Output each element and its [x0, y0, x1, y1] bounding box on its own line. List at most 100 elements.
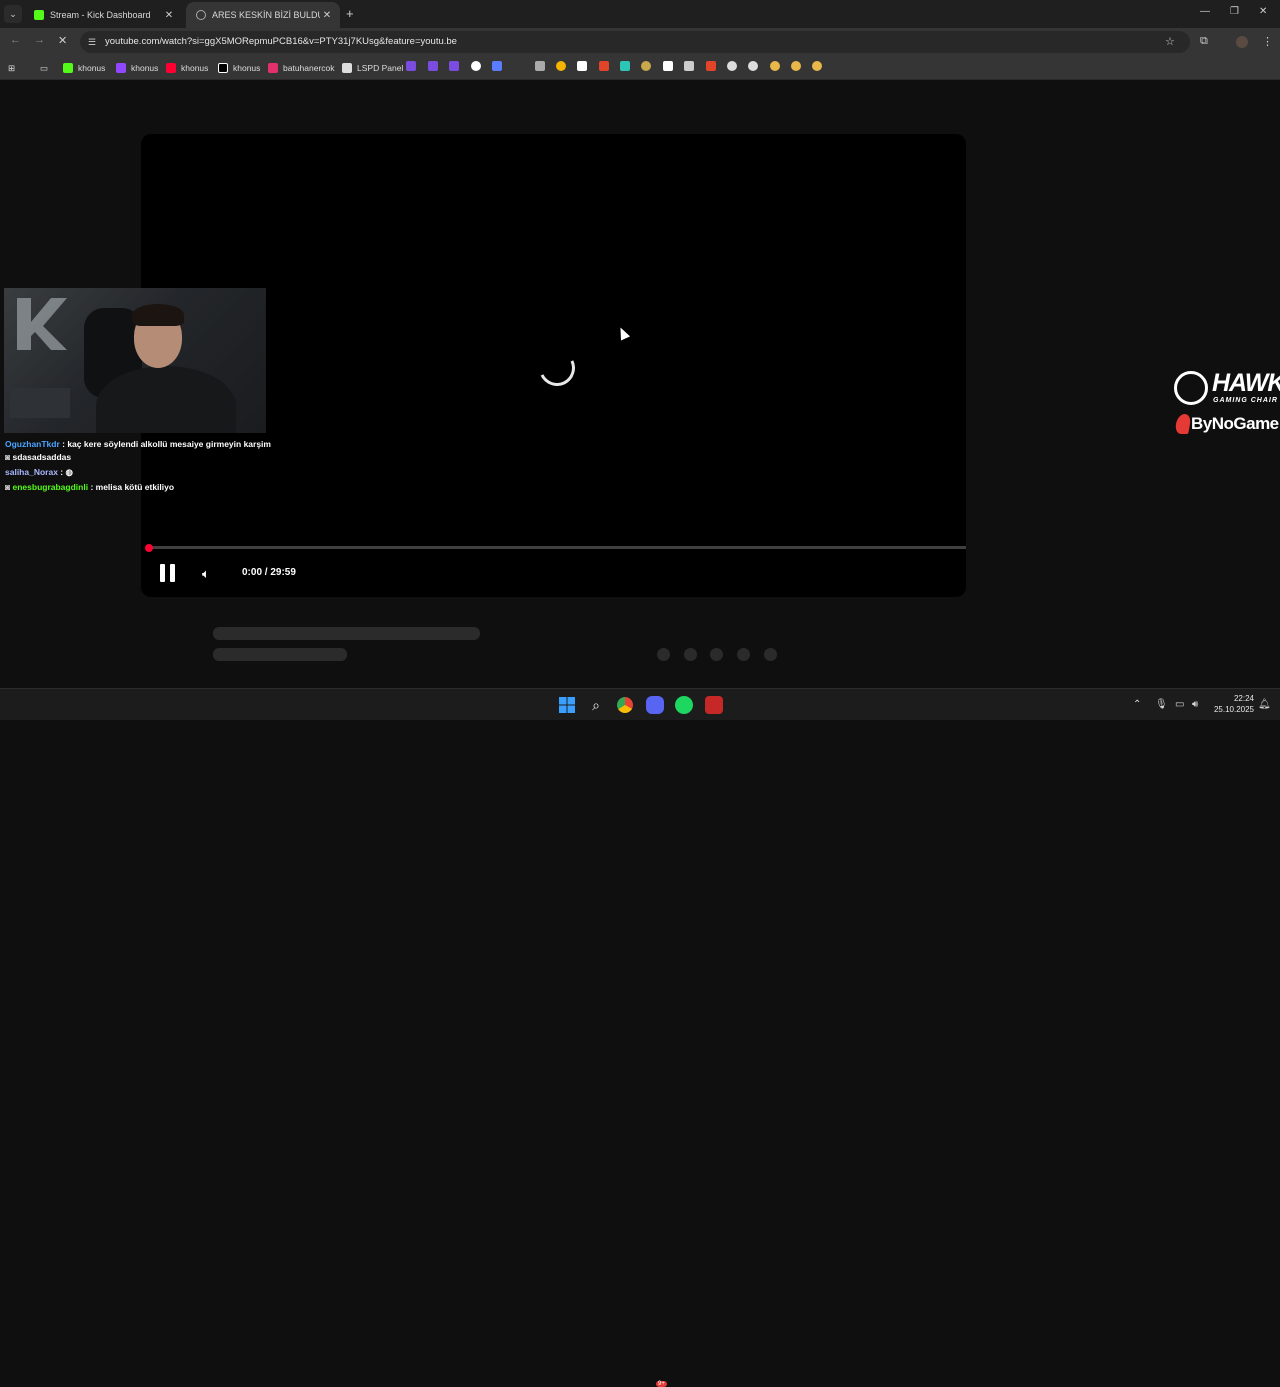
new-tab-plus-icon[interactable]: +	[346, 6, 354, 21]
bookmark-icon-slash[interactable]	[663, 61, 673, 71]
chat-username: OguzhanTkdr	[5, 439, 60, 449]
spotify-icon[interactable]	[675, 696, 693, 714]
bookmark-icon-gold[interactable]	[641, 61, 651, 71]
discord-icon[interactable]	[646, 696, 664, 714]
chat-message: saliha_Norax : ◍	[5, 467, 73, 478]
profile-avatar[interactable]	[1236, 36, 1248, 48]
chrome-icon[interactable]	[616, 696, 634, 714]
bookmark-youtube[interactable]: khonus	[166, 61, 208, 75]
site-info-icon[interactable]: ☰	[86, 36, 98, 48]
restore-icon[interactable]: ❐	[1230, 6, 1239, 17]
bookmark-icon-gradient[interactable]	[449, 61, 459, 71]
instagram-icon	[268, 63, 278, 73]
webcam-overlay	[4, 288, 266, 433]
progress-bar[interactable]	[149, 546, 966, 549]
network-icon[interactable]: ▭	[1175, 699, 1184, 710]
loading-spinner-icon	[533, 344, 581, 392]
url-text[interactable]: youtube.com/watch?si=ggX5MORepmuPCB16&v=…	[105, 36, 457, 47]
bookmark-x[interactable]: khonus	[218, 61, 260, 75]
bookmark-icon-ball[interactable]	[748, 61, 758, 71]
tab-close-icon[interactable]: ✕	[320, 10, 334, 21]
bookmark-icon-gradient[interactable]	[406, 61, 416, 71]
search-icon[interactable]: ⌕	[587, 696, 605, 714]
extensions-puzzle-icon[interactable]: ⧉	[1200, 35, 1208, 48]
game-app-icon[interactable]	[705, 696, 723, 714]
address-bar[interactable]: ☰ youtube.com/watch?si=ggX5MORepmuPCB16&…	[80, 31, 1190, 53]
tab-close-icon[interactable]: ✕	[162, 10, 176, 21]
background-shelf	[10, 388, 70, 418]
action-skeleton	[710, 648, 723, 661]
chat-text: sdasadsaddas	[12, 452, 72, 462]
bookmark-icon-teal[interactable]	[620, 61, 630, 71]
tab-title: ARES KESKİN BİZİ BULDU | TEHL	[212, 10, 320, 20]
bookmark-icon-coin[interactable]	[812, 61, 822, 71]
bookmark-twitch[interactable]: khonus	[116, 61, 158, 75]
back-arrow-icon[interactable]: ←	[10, 34, 21, 46]
microphone-icon[interactable]: 🎙︎	[1155, 699, 1168, 710]
bookmark-icon-blue[interactable]	[492, 61, 502, 71]
bookmark-star-icon[interactable]: ☆	[1165, 35, 1175, 48]
bookmark-icon-red[interactable]	[599, 61, 609, 71]
subtitle-skeleton	[213, 648, 347, 661]
bookmark-icon-coin[interactable]	[791, 61, 801, 71]
bookmark-icon-red[interactable]	[706, 61, 716, 71]
windows-start-icon[interactable]	[558, 696, 576, 714]
chat-text: : kaç kere söylendi alkollü mesaiye girm…	[59, 439, 271, 449]
pause-button[interactable]	[160, 564, 176, 582]
bookmark-icon-arrow[interactable]	[684, 61, 694, 71]
k-logo-icon	[17, 298, 67, 350]
browser-toolbar: ← → ✕ ☰ youtube.com/watch?si=ggX5MORepmu…	[0, 28, 1280, 56]
bookmark-label: batuhanercok	[283, 63, 335, 73]
minimize-icon[interactable]: —	[1200, 6, 1210, 17]
volume-icon[interactable]: 🔈︎	[202, 566, 210, 582]
bookmark-label: khonus	[78, 63, 106, 73]
streamer-hair	[132, 304, 184, 326]
bookmark-instagram[interactable]: batuhanercok	[268, 61, 335, 75]
tab-youtube-video[interactable]: ARES KESKİN BİZİ BULDU | TEHL ✕	[186, 2, 340, 28]
progress-scrubber[interactable]	[145, 544, 153, 552]
tray-chevron-icon[interactable]: ⌃	[1133, 699, 1141, 710]
notification-bell-icon[interactable]: 🔔︎	[1258, 699, 1271, 710]
stop-loading-icon[interactable]: ✕	[58, 34, 67, 47]
bookmark-icon-ball[interactable]	[727, 61, 737, 71]
system-clock[interactable]: 22:24 25.10.2025	[1210, 693, 1254, 715]
bookmark-label: khonus	[233, 63, 261, 73]
twitch-icon	[116, 63, 126, 73]
hawk-logo-icon	[1174, 371, 1208, 405]
bookmark-icon-a[interactable]	[577, 61, 587, 71]
bookmark-icon-yellow[interactable]	[556, 61, 566, 71]
chat-message: ◙ sdasadsaddas	[5, 452, 71, 462]
bookmark-icon-gradient[interactable]	[428, 61, 438, 71]
speaker-icon[interactable]: 🔊︎	[1192, 699, 1198, 710]
close-window-icon[interactable]: ✕	[1259, 6, 1267, 17]
discord-notification-badge: 9+	[656, 1381, 667, 1387]
tab-title: Stream - Kick Dashboard	[50, 10, 151, 20]
chat-username: enesbugrabagdinli	[12, 482, 89, 492]
clock-date: 25.10.2025	[1213, 705, 1254, 714]
x-icon	[218, 63, 228, 73]
time-display: 0:00 / 29:59	[242, 567, 296, 578]
bookmark-icon-coin[interactable]	[770, 61, 780, 71]
emote-icon: ◍	[65, 467, 73, 477]
youtube-icon	[166, 63, 176, 73]
badge-icon: ◙	[5, 482, 13, 492]
menu-kebab-icon[interactable]: ⋮	[1262, 35, 1273, 48]
chat-text: : melisa kötü etkiliyo	[88, 482, 175, 492]
bookmark-label: LSPD Panel	[357, 63, 404, 73]
apps-grid-icon[interactable]: ⊞	[8, 61, 15, 75]
chat-username: saliha_Norax	[5, 467, 58, 477]
hawk-brand: HAWK	[1212, 369, 1280, 397]
chat-message: OguzhanTkdr : kaç kere söylendi alkollü …	[5, 439, 271, 449]
bookmark-kick[interactable]: khonus	[63, 61, 105, 75]
streamer-body	[96, 366, 236, 433]
bookmark-lspd[interactable]: LSPD Panel	[342, 61, 403, 75]
hawk-subtitle: GAMING CHAIR	[1213, 397, 1278, 404]
folder-icon[interactable]: ▭	[40, 61, 48, 75]
bookmark-icon-white[interactable]	[471, 61, 481, 71]
forward-arrow-icon[interactable]: →	[34, 34, 45, 46]
tab-search-chevron-icon[interactable]: ⌄	[4, 5, 22, 23]
action-skeleton	[737, 648, 750, 661]
bookmark-icon-doc[interactable]	[535, 61, 545, 71]
bynogame-logo-icon	[1174, 414, 1192, 434]
tab-kick-dashboard[interactable]: Stream - Kick Dashboard ✕	[24, 2, 182, 28]
